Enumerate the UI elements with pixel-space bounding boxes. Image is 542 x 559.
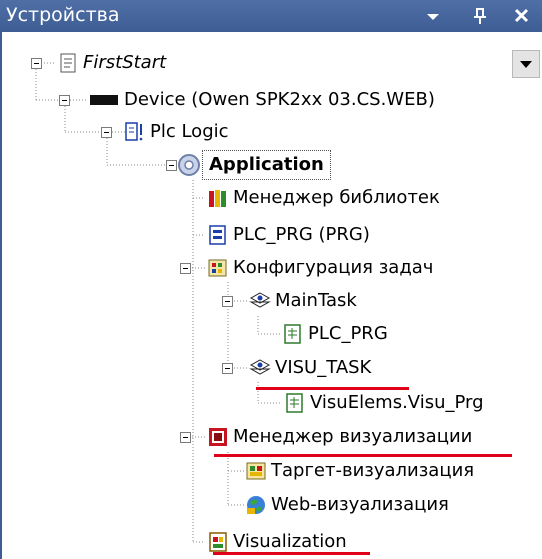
collapse-toggle-plc-logic[interactable] [101,127,112,138]
project-file-icon [57,52,79,74]
tree-node-application[interactable]: Application [176,148,331,182]
application-gear-icon [176,152,202,178]
tree-node-web-visu[interactable]: Web-визуализация [245,488,449,522]
tree-label-task-config: Конфигурация задач [233,257,434,278]
web-globe-icon [245,494,267,516]
program-call-icon [282,323,304,345]
dropdown-button[interactable] [512,50,540,78]
tree-node-visu-task-call[interactable]: VisuElems.Visu_Prg [284,386,484,420]
tree-node-device[interactable]: Device (Owen SPK2xx 03.CS.WEB) [88,83,435,117]
library-books-icon [207,187,229,209]
tree-label-plc-prg: PLC_PRG (PRG) [233,224,370,245]
tree-label-web-visu: Web-визуализация [271,494,449,515]
tree-label-device: Device (Owen SPK2xx 03.CS.WEB) [124,89,435,110]
pin-button[interactable] [465,0,495,32]
plc-logic-icon [124,121,146,143]
target-visu-icon [245,460,267,482]
close-icon [514,8,529,23]
task-icon [249,290,271,312]
tree-label-library-manager: Менеджер библиотек [233,187,440,208]
annotation-underline-visu-task [256,387,409,390]
annotation-underline-visu-manager [214,454,512,457]
tree-label-application: Application [202,150,331,180]
tree-node-visu-task[interactable]: VISU_TASK [249,351,371,385]
tree-node-main-task[interactable]: MainTask [249,284,357,318]
program-icon [207,224,229,246]
tree-label-target-visu: Таргет-визуализация [271,460,475,481]
tree-node-target-visu[interactable]: Таргет-визуализация [245,454,474,488]
collapse-toggle-task-config[interactable] [180,263,191,274]
tree-label-visu-task: VISU_TASK [275,357,372,378]
triangle-down-icon [427,14,439,20]
panel-title: Устройства [6,4,120,26]
visu-manager-icon [207,426,229,448]
tree-node-main-task-call[interactable]: PLC_PRG [282,317,388,351]
tree-node-plc-logic[interactable]: Plc Logic [124,115,229,149]
panel-titlebar: Устройства [0,0,542,32]
tree-node-task-config[interactable]: Конфигурация задач [207,251,433,285]
tree-label-visu-task-call: VisuElems.Visu_Prg [310,392,484,413]
collapse-toggle-main-task[interactable] [222,296,233,307]
annotation-underline-visualization [213,552,370,555]
close-button[interactable] [507,0,537,32]
tree-node-firststart[interactable]: FirstStart [57,46,166,80]
tree-label-main-task-call: PLC_PRG [308,323,388,344]
pin-icon [474,8,486,24]
collapse-toggle-visu-task[interactable] [222,363,233,374]
visualization-icon [207,531,229,553]
tree-node-library-manager[interactable]: Менеджер библиотек [207,181,440,215]
tree-node-plc-prg[interactable]: PLC_PRG (PRG) [207,218,370,252]
chevron-down-icon [520,61,532,68]
tree-label-visu-manager: Менеджер визуализации [233,426,473,447]
collapse-toggle-device[interactable] [59,95,70,106]
tree-label-firststart: FirstStart [83,52,167,73]
task-icon [249,357,271,379]
tree-label-plc-logic: Plc Logic [150,121,229,142]
tree-node-visu-manager[interactable]: Менеджер визуализации [207,420,472,454]
collapse-toggle-visu-manager[interactable] [180,432,191,443]
collapse-toggle-firststart[interactable] [31,58,42,69]
program-call-icon [284,392,306,414]
panel-menu-button[interactable] [418,0,448,32]
tree-label-main-task: MainTask [275,290,357,311]
device-icon [88,89,120,111]
task-config-icon [207,257,229,279]
